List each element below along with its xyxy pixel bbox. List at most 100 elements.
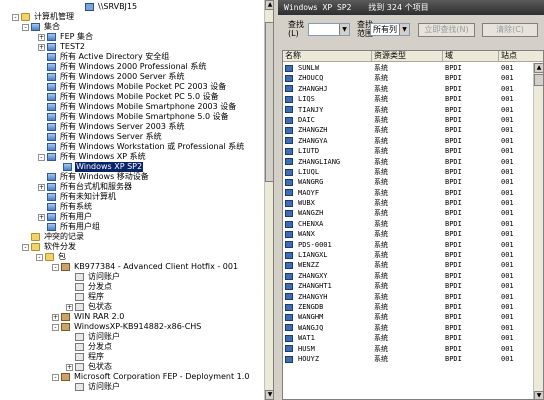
scroll-up-arrow-icon[interactable]: ▲ [534,63,543,73]
expand-icon[interactable]: + [66,363,73,371]
table-row[interactable]: PDS-0001 系统 BPDI 001 [283,240,534,250]
tree-item[interactable]: 所有 Windows Server 系统 [38,132,163,142]
expand-icon[interactable]: + [38,43,45,51]
tree-scrollbar[interactable]: ▲ ▼ [264,0,273,400]
table-row[interactable]: DAIC 系统 BPDI 001 [283,115,534,125]
table-row[interactable]: SUNLW 系统 BPDI 001 [283,63,534,73]
tree-item[interactable]: 冲突的记录 [22,232,85,242]
find-field-combo[interactable]: ▼ [308,23,350,36]
collapse-icon[interactable]: - [22,23,29,31]
tree-item[interactable]: 程序 [66,292,105,302]
column-header-name[interactable]: 名称 [283,51,372,61]
table-row[interactable]: WANGRG 系统 BPDI 001 [283,177,534,187]
table-row[interactable]: LIUQL 系统 BPDI 001 [283,167,534,177]
table-row[interactable]: ZHOUCQ 系统 BPDI 001 [283,73,534,83]
collapse-icon[interactable]: - [12,13,19,21]
list-scroll-thumb[interactable] [534,74,543,86]
tree-item[interactable]: - 软件分发 [22,242,77,252]
column-header-type[interactable]: 资源类型 [372,51,443,61]
tree-item[interactable]: 所有 Windows 2000 Professional 系统 [38,62,207,72]
tree-item[interactable]: 所有 Windows Mobile Pocket PC 5.0 设备 [38,92,220,102]
table-row[interactable]: WANGJQ 系统 BPDI 001 [283,323,534,333]
chevron-down-icon[interactable]: ▼ [399,24,409,35]
table-row[interactable]: ZHANGZH 系统 BPDI 001 [283,125,534,135]
tree-item[interactable]: - Microsoft Corporation FEP - Deployment … [52,372,250,382]
scroll-up-arrow-icon[interactable]: ▲ [265,0,273,10]
tree-item[interactable]: 所有 Windows Mobile Smartphone 5.0 设备 [38,112,230,122]
tree-item[interactable]: 所有 Active Directory 安全组 [38,52,170,62]
tree-item[interactable]: 所有 Windows Server 2003 系统 [38,122,185,132]
scroll-down-arrow-icon[interactable]: ▼ [265,390,273,400]
tree-item[interactable]: 分发点 [66,342,113,352]
column-header-domain[interactable]: 域 [443,51,499,61]
table-row[interactable]: ZHANGHJ 系统 BPDI 001 [283,84,534,94]
tree-item[interactable]: 所有用户组 [38,222,101,232]
table-row[interactable]: WUBX 系统 BPDI 001 [283,198,534,208]
expand-icon[interactable]: + [52,313,59,321]
tree-item[interactable]: + 所有台式机和服务器 [38,182,133,192]
collapse-icon[interactable]: - [22,243,29,251]
tree-item[interactable]: 所有未知计算机 [38,192,117,202]
table-row[interactable]: LIANGXL 系统 BPDI 001 [283,250,534,260]
tree-item[interactable]: + FEP 集合 [38,32,94,42]
chevron-down-icon[interactable]: ▼ [339,24,349,35]
tree-item[interactable]: + 包状态 [66,302,113,312]
collapse-icon[interactable]: - [52,263,59,271]
tree-item[interactable]: + WIN RAR 2.0 [52,312,125,322]
tree-item[interactable]: + 所有用户 [38,212,93,222]
table-row[interactable]: WENZZ 系统 BPDI 001 [283,260,534,270]
tree-item[interactable]: - 所有 Windows XP 系统 [38,152,147,162]
table-row[interactable]: HUSM 系统 BPDI 001 [283,344,534,354]
table-row[interactable]: ZHANGYH 系统 BPDI 001 [283,292,534,302]
table-row[interactable]: MAOYF 系统 BPDI 001 [283,188,534,198]
column-header-site[interactable]: 站点 [499,51,543,61]
expand-icon[interactable]: + [38,33,45,41]
tree-item[interactable]: 分发点 [66,282,113,292]
table-row[interactable]: ZHANGYA 系统 BPDI 001 [283,136,534,146]
list-scrollbar[interactable]: ▲ ▼ [533,63,543,399]
tree-item[interactable]: 访问账户 [66,272,121,282]
table-row[interactable]: TIANJY 系统 BPDI 001 [283,105,534,115]
tree-item[interactable]: 所有系统 [38,202,93,212]
tree-item[interactable]: Windows XP SP2 [54,161,145,173]
scroll-down-arrow-icon[interactable]: ▼ [534,391,543,399]
expand-icon[interactable]: + [38,183,45,191]
tree-scroll-thumb[interactable] [265,22,273,182]
table-row[interactable]: HOUYZ 系统 BPDI 001 [283,354,534,364]
tree-item[interactable]: + TEST2 [38,42,86,52]
search-in-combo[interactable]: 所有列 ▼ [370,23,410,36]
table-row[interactable]: WANGHM 系统 BPDI 001 [283,312,534,322]
tree-item[interactable]: - WindowsXP-KB914882-x86-CHS [52,322,202,332]
collapse-icon[interactable]: - [52,323,59,331]
tree-item[interactable]: 所有 Windows Mobile Smartphone 2003 设备 [38,102,237,112]
tree-item[interactable]: - 集合 [22,22,61,32]
console-tree[interactable]: \\SRVBJ15- 计算机管理 - 集合 + FEP 集合 + TEST2 所有 Active… [0,0,274,400]
tree-item[interactable]: 所有 Windows Mobile Pocket PC 2003 设备 [38,82,227,92]
clear-button[interactable]: 清除(C) [482,23,538,37]
tree-item[interactable]: + 包状态 [66,362,113,372]
table-row[interactable]: WANGZH 系统 BPDI 001 [283,208,534,218]
tree-item[interactable]: 所有 Windows 2000 Server 系统 [38,72,185,82]
tree-item[interactable]: \\SRVBJ15 [76,2,138,12]
table-row[interactable]: ZHANGXY 系统 BPDI 001 [283,271,534,281]
table-row[interactable]: WAT1 系统 BPDI 001 [283,333,534,343]
table-row[interactable]: LIUTD 系统 BPDI 001 [283,146,534,156]
tree-item[interactable]: 所有 Windows Workstation 或 Professional 系统 [38,142,245,152]
tree-item[interactable]: 程序 [66,352,105,362]
table-row[interactable]: WANX 系统 BPDI 001 [283,229,534,239]
table-row[interactable]: ZHANGHT1 系统 BPDI 001 [283,281,534,291]
table-row[interactable]: ZHANGLIANG 系统 BPDI 001 [283,157,534,167]
collapse-icon[interactable]: - [38,153,45,161]
tree-item[interactable]: 访问账户 [66,332,121,342]
tree-item[interactable]: - 计算机管理 [12,12,75,22]
collapse-icon[interactable]: - [52,373,59,381]
tree-item[interactable]: 所有 Windows 移动设备 [38,172,150,182]
expand-icon[interactable]: + [38,213,45,221]
table-row[interactable]: CHENXA 系统 BPDI 001 [283,219,534,229]
find-now-button[interactable]: 立即查找(N) [418,23,475,37]
tree-item[interactable]: - KB977384 - Advanced Client Hotfix - 001 [52,262,239,272]
results-list[interactable]: 名称 资源类型 域 站点 SUNLW 系统 BPDI 001 ZHOUCQ 系统 BPDI 0… [282,50,544,400]
table-row[interactable]: ZENGDB 系统 BPDI 001 [283,302,534,312]
tree-item[interactable]: -包 [36,252,67,262]
tree-item[interactable]: 访问账户 [66,382,121,392]
